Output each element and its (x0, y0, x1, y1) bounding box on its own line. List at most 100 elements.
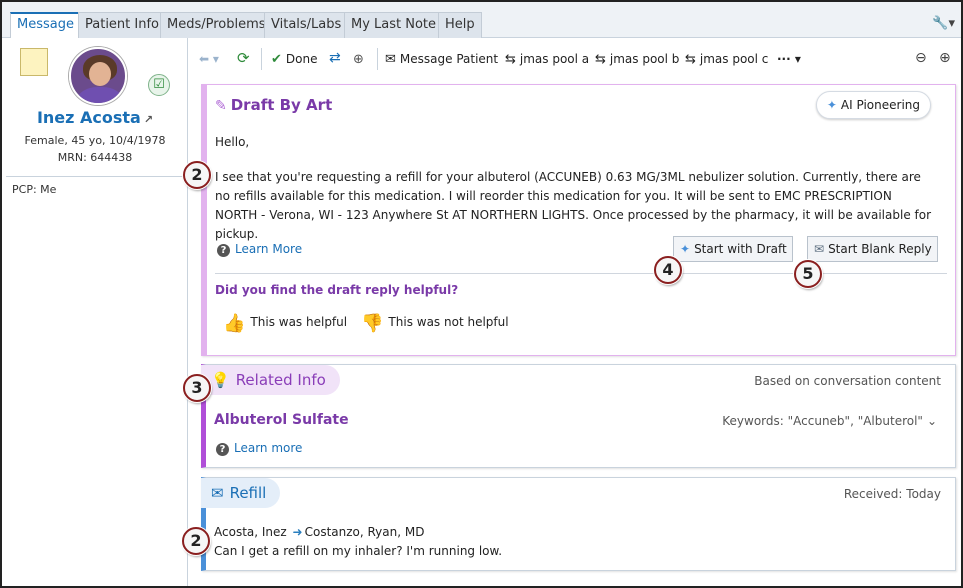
received-time: Received: Today (843, 487, 941, 501)
related-learn-more-label: Learn more (234, 441, 303, 455)
refresh-icon[interactable]: ⟳ (237, 49, 250, 67)
tab-help[interactable]: Help (438, 12, 482, 38)
related-learn-more-link[interactable]: ? Learn more (216, 441, 302, 456)
learn-more-link[interactable]: ? Learn More (217, 242, 302, 257)
callout-2-refill: 2 (182, 527, 210, 555)
pool-icon: ⇆ (595, 52, 606, 67)
more-label: ··· (777, 52, 791, 66)
reminder-icon[interactable]: ⊕ (353, 52, 364, 67)
pool-icon: ⇆ (685, 52, 696, 67)
pool-a-button[interactable]: ⇆ jmas pool a (505, 52, 589, 67)
pool-b-button[interactable]: ⇆ jmas pool b (595, 52, 679, 67)
draft-body: I see that you're requesting a refill fo… (215, 170, 932, 241)
learn-more-label: Learn More (235, 242, 303, 256)
patient-panel: ☑ Inez Acosta ↗ Female, 45 yo, 10/4/1978 … (2, 38, 188, 586)
start-with-draft-button[interactable]: ✦ Start with Draft (673, 236, 793, 262)
refill-card: ✉ Refill Received: Today Acosta, Inez ➜ Co… (201, 477, 956, 571)
patient-name-row[interactable]: Inez Acosta ↗ (2, 108, 188, 127)
chevron-down-icon[interactable]: ⌄ (927, 414, 937, 428)
toolbar: ⬅ ▾ ⟳ ✔ Done ⇄ ⊕ ✉ Message Patient ⇆ jmas p… (189, 38, 961, 78)
back-arrow-icon[interactable]: ⬅ ▾ (199, 52, 219, 66)
envelope-icon: ✉ (211, 484, 224, 502)
helpful-button[interactable]: 👍 This was helpful (223, 313, 347, 334)
refill-header: ✉ Refill (201, 478, 281, 508)
patient-info: Female, 45 yo, 10/4/1978 MRN: 644438 (2, 132, 188, 166)
thumbs-down-icon: 👎 (361, 313, 384, 334)
divider (377, 48, 378, 70)
ai-sparkle-icon: ✦ (826, 98, 837, 112)
more-menu-button[interactable]: ··· ▾ (777, 52, 801, 66)
zoom-in-icon[interactable]: ⊕ (939, 50, 951, 66)
zoom-out-icon[interactable]: ⊖ (915, 50, 927, 66)
pool-c-label: jmas pool c (699, 52, 769, 66)
refill-title: Refill (229, 484, 267, 502)
divider (261, 48, 262, 70)
thumbs-up-icon: 👍 (223, 313, 246, 334)
patient-demographics: Female, 45 yo, 10/4/1978 (24, 134, 166, 147)
not-helpful-button[interactable]: 👎 This was not helpful (361, 313, 509, 334)
refill-message: Can I get a refill on my inhaler? I'm ru… (214, 544, 503, 558)
lightbulb-icon: 💡 (211, 371, 230, 389)
help-icon: ? (217, 244, 230, 257)
message-patient-button[interactable]: ✉ Message Patient (385, 52, 498, 67)
tab-meds-problems[interactable]: Meds/Problems (160, 12, 273, 38)
not-helpful-label: This was not helpful (388, 315, 509, 329)
arrow-right-icon: ➜ (292, 525, 303, 539)
start-blank-reply-button[interactable]: ✉ Start Blank Reply (807, 236, 938, 262)
ai-badge-label: AI Pioneering (840, 98, 920, 112)
draft-greeting: Hello, (215, 135, 250, 149)
divider (215, 273, 947, 274)
callout-3-related: 3 (183, 374, 211, 402)
start-blank-reply-label: Start Blank Reply (828, 242, 932, 256)
message-patient-label: Message Patient (399, 52, 499, 66)
callout-4-start-with-draft: 4 (654, 256, 682, 284)
done-button[interactable]: ✔ Done (271, 52, 317, 67)
related-info-title: Related Info (235, 371, 326, 389)
divider (6, 176, 186, 177)
avatar (69, 47, 127, 105)
callout-2-draft: 2 (183, 161, 211, 189)
reroute-icon[interactable]: ⇄ (329, 50, 341, 66)
envelope-icon: ✉ (385, 52, 396, 67)
related-note: Based on conversation content (754, 374, 941, 388)
helpful-label: This was helpful (250, 315, 348, 329)
sender-recipient-row: Acosta, Inez ➜ Costanzo, Ryan, MD (214, 525, 424, 539)
recipient-name: Costanzo, Ryan, MD (304, 525, 425, 539)
patient-name[interactable]: Inez Acosta (37, 108, 141, 127)
sender-name: Acosta, Inez (214, 525, 287, 539)
patient-pcp: PCP: Me (12, 183, 57, 196)
ai-pioneering-badge[interactable]: ✦ AI Pioneering (815, 91, 931, 119)
tab-message[interactable]: Message (10, 12, 81, 39)
related-info-header: 💡 Related Info (201, 365, 340, 395)
keywords-label: Keywords: "Accuneb", "Albuterol" (722, 414, 923, 428)
draft-title-row: ✎ Draft By Art (215, 96, 332, 114)
callout-5-start-blank-reply: 5 (794, 260, 822, 288)
patient-mrn: MRN: 644438 (57, 151, 133, 164)
checkmark-icon: ✔ (271, 52, 282, 67)
draft-title: Draft By Art (230, 96, 333, 114)
sticky-note-icon[interactable] (20, 48, 48, 76)
reply-envelope-icon: ✉ (814, 242, 825, 256)
help-icon: ? (216, 443, 229, 456)
keywords-row[interactable]: Keywords: "Accuneb", "Albuterol" ⌄ (722, 414, 937, 428)
checklist-icon[interactable]: ☑ (148, 74, 170, 96)
ai-sparkle-icon: ✦ (680, 242, 691, 256)
pencil-icon: ✎ (215, 98, 227, 114)
tab-my-last-note[interactable]: My Last Note (344, 12, 444, 38)
app-window: Message Patient Info Meds/Problems Vital… (0, 0, 963, 588)
pool-b-label: jmas pool b (609, 52, 680, 66)
wrench-menu-icon[interactable]: 🔧▾ (932, 16, 955, 31)
tab-patient-info[interactable]: Patient Info (78, 12, 167, 38)
done-label: Done (285, 52, 318, 66)
start-with-draft-label: Start with Draft (694, 242, 787, 256)
tab-vitals-labs[interactable]: Vitals/Labs (264, 12, 349, 38)
draft-card: ✎ Draft By Art ✦ AI Pioneering Hello, I se… (201, 84, 956, 356)
pool-icon: ⇆ (505, 52, 516, 67)
pool-c-button[interactable]: ⇆ jmas pool c (685, 52, 768, 67)
related-info-card: 💡 Related Info Based on conversation cont… (201, 364, 956, 468)
open-link-icon[interactable]: ↗ (144, 113, 153, 126)
feedback-question: Did you find the draft reply helpful? (215, 283, 459, 297)
pool-a-label: jmas pool a (519, 52, 590, 66)
tab-bar: Message Patient Info Meds/Problems Vital… (2, 2, 961, 39)
related-item[interactable]: Albuterol Sulfate (214, 412, 349, 428)
